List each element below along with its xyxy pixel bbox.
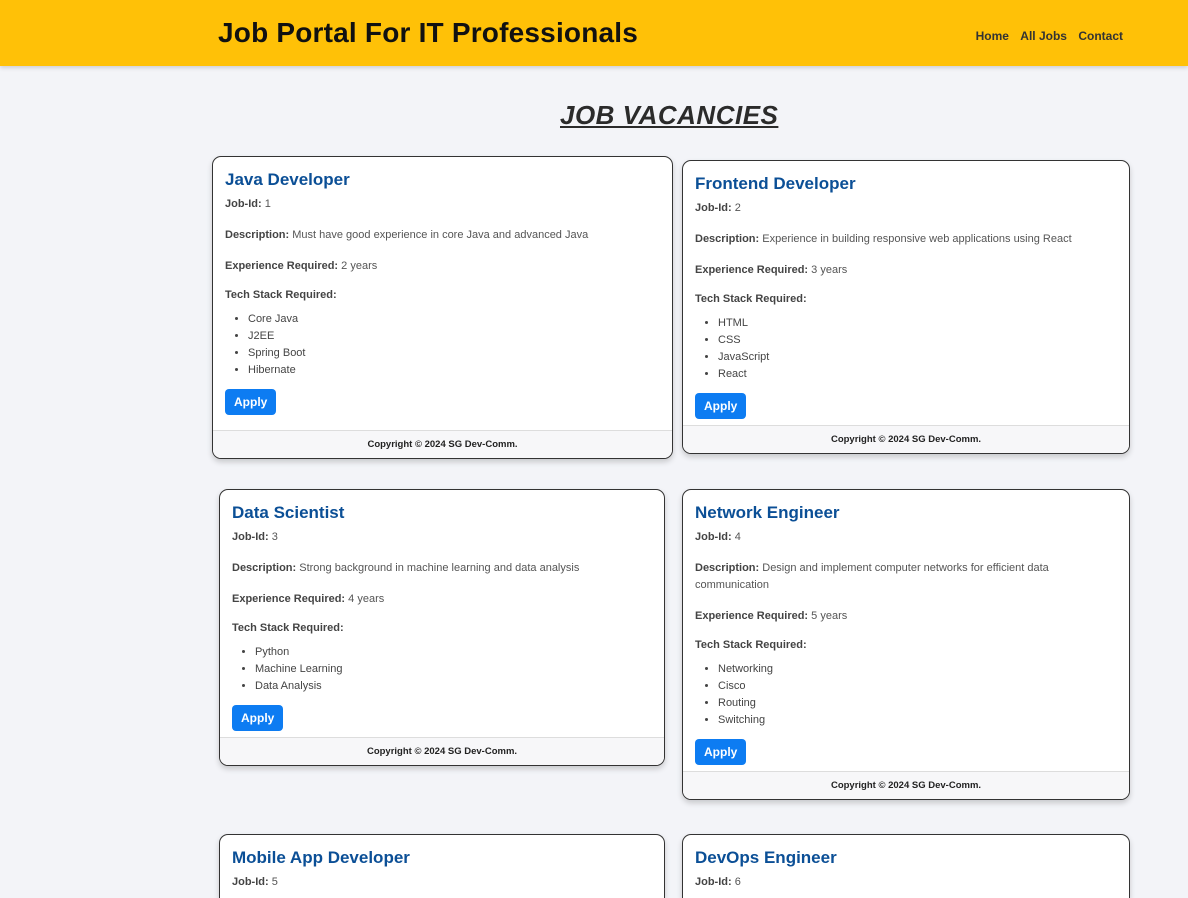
tech-item: HTML (718, 315, 1117, 332)
job-id: Job-Id: 3 (232, 531, 278, 543)
job-card: Mobile App Developer Job-Id: 5 (219, 834, 665, 898)
nav-link-contact[interactable]: Contact (1078, 29, 1123, 43)
job-id: Job-Id: 5 (232, 876, 278, 888)
apply-button[interactable]: Apply (232, 705, 284, 731)
apply-button[interactable]: Apply (225, 389, 277, 415)
apply-button[interactable]: Apply (695, 739, 747, 765)
tech-stack-list: Core Java J2EE Spring Boot Hibernate (225, 311, 660, 379)
tech-item: CSS (718, 332, 1117, 349)
tech-stack-list: HTML CSS JavaScript React (695, 315, 1117, 383)
job-card: Network Engineer Job-Id: 4 Description: … (682, 489, 1130, 800)
job-card: DevOps Engineer Job-Id: 6 (682, 834, 1130, 898)
job-description: Description: Must have good experience i… (225, 229, 589, 241)
job-title: Mobile App Developer (232, 848, 410, 867)
tech-item: Data Analysis (255, 678, 652, 695)
tech-stack-label: Tech Stack Required: (695, 293, 807, 305)
tech-stack-label: Tech Stack Required: (225, 289, 337, 301)
job-description: Description: Experience in building resp… (695, 233, 1072, 245)
tech-item: React (718, 366, 1117, 383)
job-description: Description: Strong background in machin… (232, 562, 580, 574)
job-title: Data Scientist (232, 503, 345, 522)
card-footer: Copyright © 2024 SG Dev-Comm. (213, 430, 672, 458)
job-experience: Experience Required: 2 years (225, 260, 378, 272)
job-id: Job-Id: 4 (695, 531, 741, 543)
job-title: Network Engineer (695, 503, 840, 522)
tech-item: Routing (718, 695, 1117, 712)
job-id: Job-Id: 6 (695, 876, 741, 888)
tech-stack-list: Networking Cisco Routing Switching (695, 661, 1117, 729)
job-id: Job-Id: 2 (695, 202, 741, 214)
tech-item: JavaScript (718, 349, 1117, 366)
navbar: Job Portal For IT Professionals Home All… (0, 0, 1188, 66)
tech-item: Core Java (248, 311, 660, 328)
job-experience: Experience Required: 5 years (695, 610, 848, 622)
tech-item: Hibernate (248, 362, 660, 379)
job-card: Data Scientist Job-Id: 3 Description: St… (219, 489, 665, 766)
card-footer: Copyright © 2024 SG Dev-Comm. (683, 771, 1129, 799)
job-title: Java Developer (225, 170, 350, 189)
card-footer: Copyright © 2024 SG Dev-Comm. (220, 737, 664, 765)
job-id: Job-Id: 1 (225, 198, 271, 210)
page-heading: JOB VACANCIES (560, 100, 779, 130)
job-title: Frontend Developer (695, 174, 856, 193)
tech-item: Networking (718, 661, 1117, 678)
tech-stack-label: Tech Stack Required: (695, 639, 807, 651)
nav-link-all-jobs[interactable]: All Jobs (1020, 29, 1067, 43)
tech-item: Machine Learning (255, 661, 652, 678)
job-card: Java Developer Job-Id: 1 Description: Mu… (212, 156, 673, 459)
tech-item: Spring Boot (248, 345, 660, 362)
tech-item: Cisco (718, 678, 1117, 695)
tech-item: Python (255, 644, 652, 661)
brand-title[interactable]: Job Portal For IT Professionals (218, 17, 638, 49)
card-footer: Copyright © 2024 SG Dev-Comm. (683, 425, 1129, 453)
nav-link-home[interactable]: Home (976, 29, 1009, 43)
tech-item: Switching (718, 712, 1117, 729)
tech-stack-label: Tech Stack Required: (232, 622, 344, 634)
job-card: Frontend Developer Job-Id: 2 Description… (682, 160, 1130, 454)
job-experience: Experience Required: 4 years (232, 593, 385, 605)
job-description: Description: Design and implement comput… (695, 562, 1049, 591)
nav-links: Home All Jobs Contact (968, 29, 1123, 43)
job-title: DevOps Engineer (695, 848, 837, 867)
tech-stack-list: Python Machine Learning Data Analysis (232, 644, 652, 695)
job-experience: Experience Required: 3 years (695, 264, 848, 276)
apply-button[interactable]: Apply (695, 393, 747, 419)
tech-item: J2EE (248, 328, 660, 345)
